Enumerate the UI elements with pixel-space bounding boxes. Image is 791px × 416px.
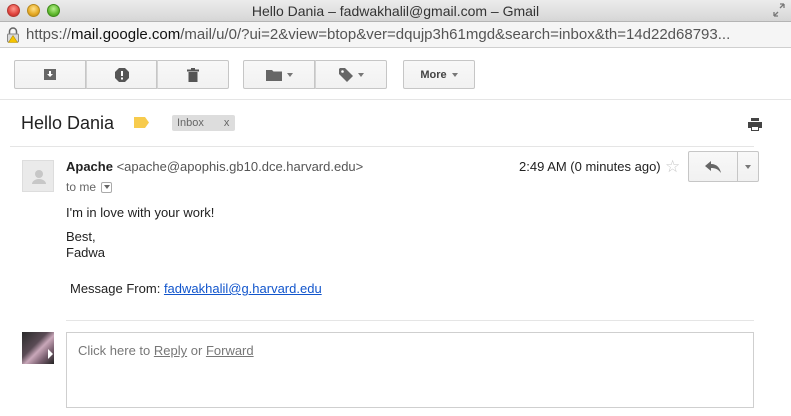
print-icon[interactable] (748, 118, 762, 131)
fullscreen-icon[interactable] (773, 3, 785, 17)
reply-or: or (190, 343, 203, 358)
reply-link[interactable]: Reply (154, 343, 187, 358)
thread-subject: Hello Dania (21, 113, 115, 133)
archive-button[interactable] (14, 60, 86, 89)
url-text[interactable]: https://mail.google.com/mail/u/0/?ui=2&v… (26, 26, 786, 43)
remove-label-button[interactable]: x (218, 117, 236, 129)
window-titlebar: Hello Dania – fadwakhalil@gmail.com – Gm… (0, 0, 791, 22)
sender-name[interactable]: Apache (66, 159, 113, 174)
label-icon (338, 67, 353, 82)
signature-line: Fadwa (66, 245, 106, 260)
url-path: /mail/u/0/?ui=2&view=btop&ver=dqujp3h61m… (180, 26, 731, 43)
more-button-group: More (403, 60, 475, 89)
gmail-toolbar: More (0, 48, 791, 100)
body-line: I'm in love with your work! (66, 205, 215, 220)
folder-icon (265, 69, 282, 81)
person-icon (32, 170, 46, 184)
report-spam-button[interactable] (86, 60, 157, 89)
url-host: mail.google.com (71, 26, 181, 43)
forward-link[interactable]: Forward (206, 343, 254, 358)
signoff-line: Best, (66, 229, 96, 244)
divider (66, 320, 754, 321)
sender-email: <apache@apophis.gb10.dce.harvard.edu> (116, 159, 364, 174)
divider (10, 146, 754, 147)
url-scheme: https:// (26, 26, 72, 43)
importance-marker-icon[interactable] (134, 117, 149, 128)
show-details-button[interactable] (101, 181, 113, 193)
lock-warning-icon (7, 27, 19, 43)
chevron-down-icon (451, 72, 458, 77)
delete-button[interactable] (157, 60, 229, 89)
message-from-label: Message From: (70, 281, 161, 296)
labels-button[interactable] (315, 60, 387, 89)
sender-line: Apache <apache@apophis.gb10.dce.harvard.… (66, 159, 363, 174)
reply-box[interactable]: Click here to Reply or Forward (66, 332, 754, 408)
star-icon[interactable]: ☆ (665, 157, 680, 177)
trash-icon (187, 67, 199, 82)
reply-button[interactable] (688, 151, 738, 182)
recipients-line: to me (66, 180, 113, 194)
reply-prompt: Click here to (78, 343, 151, 358)
to-me-label: to me (66, 180, 97, 194)
more-actions-button[interactable] (738, 151, 759, 182)
profile-photo-icon (48, 349, 53, 359)
reply-button-group (688, 151, 759, 182)
chevron-down-icon (286, 72, 293, 77)
message-timestamp: 2:49 AM (0 minutes ago) (519, 159, 661, 174)
organize-button-group (243, 60, 387, 89)
inbox-label-chip[interactable]: Inbox x (172, 115, 236, 131)
chevron-down-icon (357, 72, 364, 77)
inbox-label-text: Inbox (177, 117, 204, 129)
more-label: More (420, 68, 447, 81)
my-avatar[interactable] (22, 332, 54, 364)
message-from-link[interactable]: fadwakhalil@g.harvard.edu (164, 281, 322, 296)
action-button-group (14, 60, 229, 89)
reply-arrow-icon (705, 160, 721, 173)
sender-avatar[interactable] (22, 160, 54, 192)
message-body: I'm in love with your work! Best, Fadwa (66, 205, 214, 261)
address-bar[interactable]: https://mail.google.com/mail/u/0/?ui=2&v… (0, 22, 791, 48)
window-title: Hello Dania – fadwakhalil@gmail.com – Gm… (251, 3, 540, 19)
message-from-line: Message From: fadwakhalil@g.harvard.edu (70, 281, 322, 296)
more-button[interactable]: More (403, 60, 475, 89)
report-spam-icon (114, 67, 129, 82)
archive-icon (44, 69, 56, 80)
chevron-down-icon (745, 164, 751, 169)
chevron-down-icon (103, 185, 110, 189)
move-to-button[interactable] (243, 60, 315, 89)
